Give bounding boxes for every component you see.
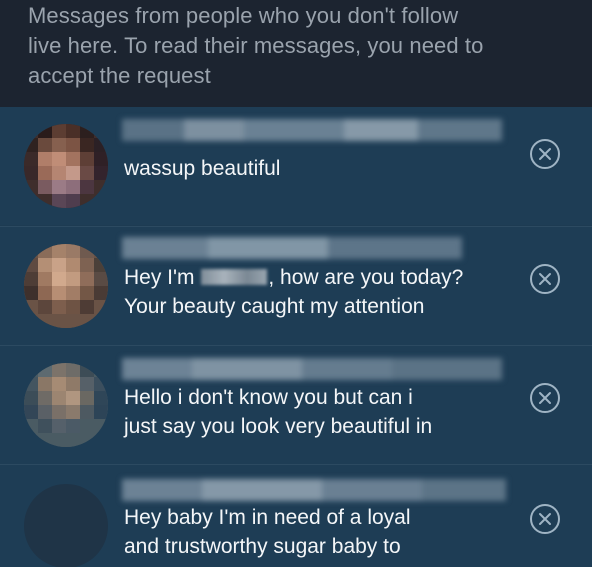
x-circle-icon <box>539 392 551 404</box>
sender-name-redacted <box>122 358 502 380</box>
notice-line-2: live here. To read their messages, you n… <box>28 33 484 58</box>
decline-request-button[interactable] <box>530 383 560 413</box>
x-circle-icon <box>539 148 551 160</box>
decline-request-button[interactable] <box>530 264 560 294</box>
message-request-row[interactable]: Hey baby I'm in need of a loyal and trus… <box>0 464 592 567</box>
notice-line-1: Messages from people who you don't follo… <box>28 3 459 28</box>
avatar <box>24 244 108 328</box>
sender-name-redacted <box>122 119 502 141</box>
sender-name-redacted <box>122 479 506 501</box>
message-preview: Hey I'm , how are you today? <box>124 266 464 289</box>
message-preview-line-2: and trustworthy sugar baby to <box>124 535 401 558</box>
message-preview-line-2: Your beauty caught my attention <box>124 295 425 318</box>
avatar <box>24 124 108 208</box>
x-circle-icon <box>539 273 551 285</box>
decline-request-button[interactable] <box>530 139 560 169</box>
decline-request-button[interactable] <box>530 504 560 534</box>
message-preview: Hey baby I'm in need of a loyal <box>124 506 411 529</box>
message-requests-list: wassup beautiful Hey I'm , how are you t… <box>0 107 592 567</box>
message-preview: Hello i don't know you but can i <box>124 386 413 409</box>
message-preview-line-2: just say you look very beautiful in <box>124 415 433 438</box>
message-request-row[interactable]: wassup beautiful <box>0 107 592 225</box>
notice-line-3: accept the request <box>28 63 211 88</box>
message-request-row[interactable]: Hello i don't know you but can i just sa… <box>0 345 592 464</box>
redacted-name <box>201 269 268 285</box>
message-preview: wassup beautiful <box>124 157 281 180</box>
avatar <box>24 484 108 567</box>
message-requests-notice: Messages from people who you don't follo… <box>0 0 592 107</box>
message-request-row[interactable]: Hey I'm , how are you today? Your beauty… <box>0 226 592 345</box>
sender-name-redacted <box>122 237 462 259</box>
x-circle-icon <box>539 513 551 525</box>
avatar <box>24 363 108 447</box>
